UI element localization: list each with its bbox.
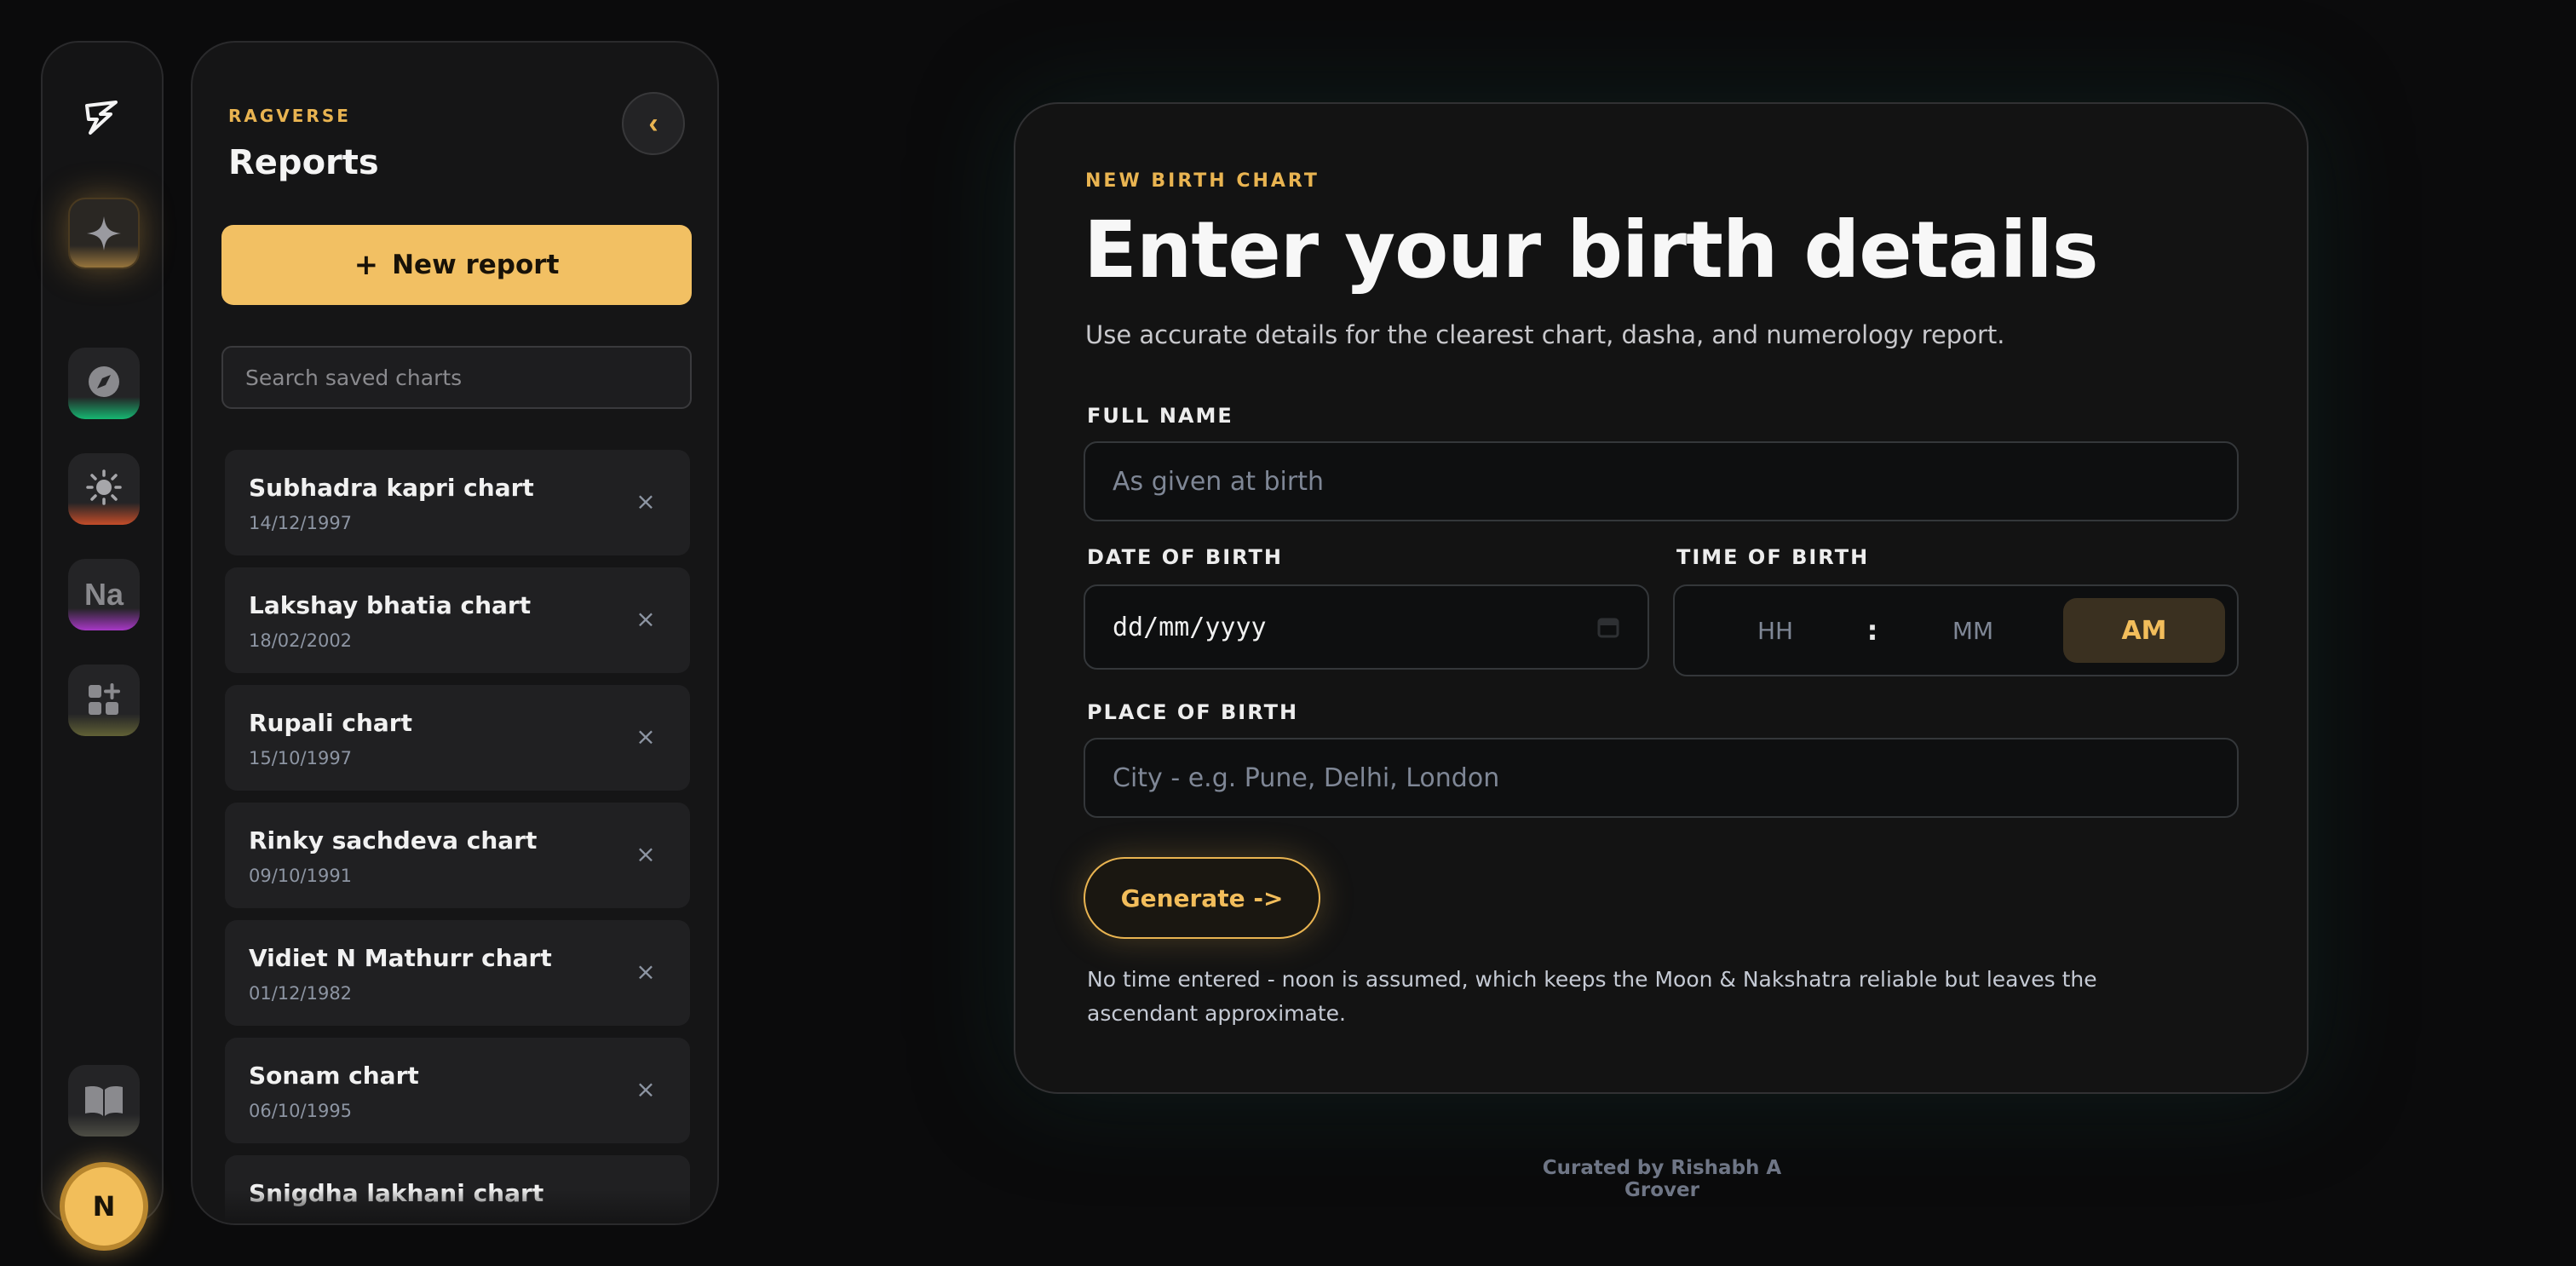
sparkle-icon [87, 216, 121, 250]
page-title: Enter your birth details [1084, 204, 2099, 296]
dob-input[interactable]: dd/mm/yyyy [1084, 584, 1649, 670]
place-of-birth-input[interactable] [1084, 738, 2239, 818]
nakshatra-icon: Na [83, 577, 124, 612]
book-icon [85, 1086, 123, 1116]
report-item[interactable]: Subhadra kapri chart 14/12/1997 × [225, 450, 690, 555]
new-report-label: New report [392, 250, 560, 280]
report-item[interactable]: Sonam chart 06/10/1995 × [225, 1038, 690, 1143]
brand-eyebrow: RAGVERSE [228, 106, 351, 126]
close-icon[interactable]: × [632, 487, 659, 515]
tob-label: TIME OF BIRTH [1676, 545, 1870, 569]
rail-button-ask[interactable] [68, 198, 140, 269]
report-date: 06/10/1995 [249, 1101, 353, 1121]
icon-rail: Na N [41, 41, 164, 1251]
rail-button-apps[interactable] [68, 665, 140, 736]
birth-details-card: NEW BIRTH CHART Enter your birth details… [1014, 102, 2309, 1094]
plus-icon: + [354, 248, 379, 282]
compass-icon [89, 366, 119, 397]
hour-input[interactable]: HH [1692, 598, 1859, 663]
dob-label: DATE OF BIRTH [1087, 545, 1283, 569]
dob-value: dd/mm/yyyy [1113, 612, 1267, 642]
close-icon[interactable]: × [632, 840, 659, 868]
close-icon[interactable]: × [632, 1075, 659, 1103]
tob-input-group: HH : MM AM [1673, 584, 2239, 676]
search-saved-charts-input[interactable] [221, 346, 692, 409]
report-date: 18/02/2002 [249, 630, 353, 651]
full-name-label: FULL NAME [1087, 404, 1233, 428]
time-separator: : [1866, 614, 1878, 647]
report-date: 14/12/1997 [249, 513, 353, 533]
user-avatar[interactable]: N [60, 1162, 148, 1251]
collapse-panel-button[interactable]: ‹ [622, 92, 685, 155]
report-item[interactable]: Vidiet N Mathurr chart 01/12/1982 × [225, 920, 690, 1026]
report-item[interactable]: Rinky sachdeva chart 09/10/1991 × [225, 803, 690, 908]
calendar-icon[interactable] [1596, 615, 1620, 639]
report-name: Subhadra kapri chart [249, 474, 534, 502]
report-date: 01/12/1982 [249, 983, 353, 1004]
report-name: Lakshay bhatia chart [249, 591, 532, 619]
form-eyebrow: NEW BIRTH CHART [1085, 170, 1320, 192]
rail-button-guide[interactable] [68, 1065, 140, 1137]
generate-button[interactable]: Generate -> [1084, 857, 1320, 939]
report-name: Vidiet N Mathurr chart [249, 944, 552, 972]
time-assumption-note: No time entered - noon is assumed, which… [1087, 967, 2097, 1026]
pob-label: PLACE OF BIRTH [1087, 700, 1299, 724]
logo-icon[interactable] [78, 94, 126, 141]
close-icon[interactable]: × [632, 605, 659, 633]
form-subtitle: Use accurate details for the clearest ch… [1085, 320, 2005, 349]
new-report-button[interactable]: + New report [221, 225, 692, 305]
report-name: Sonam chart [249, 1062, 419, 1090]
report-item[interactable]: Rupali chart 15/10/1997 × [225, 685, 690, 791]
report-date: 09/10/1991 [249, 866, 353, 886]
report-item[interactable]: Lakshay bhatia chart 18/02/2002 × [225, 567, 690, 673]
report-date: 15/10/1997 [249, 748, 353, 768]
full-name-input[interactable] [1084, 441, 2239, 521]
rail-button-nakshatra[interactable]: Na [68, 559, 140, 630]
rail-button-explore[interactable] [68, 348, 140, 419]
apps-add-icon [89, 683, 120, 715]
rail-button-horoscope[interactable] [68, 453, 140, 525]
footer-credit: Curated by Rishabh A Grover [1542, 1157, 1782, 1201]
report-name: Rinky sachdeva chart [249, 826, 538, 855]
sun-icon [86, 469, 122, 505]
reports-panel: RAGVERSE Reports ‹ + New report Subhadra… [191, 41, 719, 1225]
minute-input[interactable]: MM [1889, 598, 2056, 663]
am-pm-toggle[interactable]: AM [2063, 598, 2225, 663]
panel-title: Reports [228, 143, 379, 182]
report-name: Rupali chart [249, 709, 412, 737]
close-icon[interactable]: × [632, 722, 659, 751]
close-icon[interactable]: × [632, 958, 659, 986]
chevron-left-icon: ‹ [648, 106, 658, 140]
